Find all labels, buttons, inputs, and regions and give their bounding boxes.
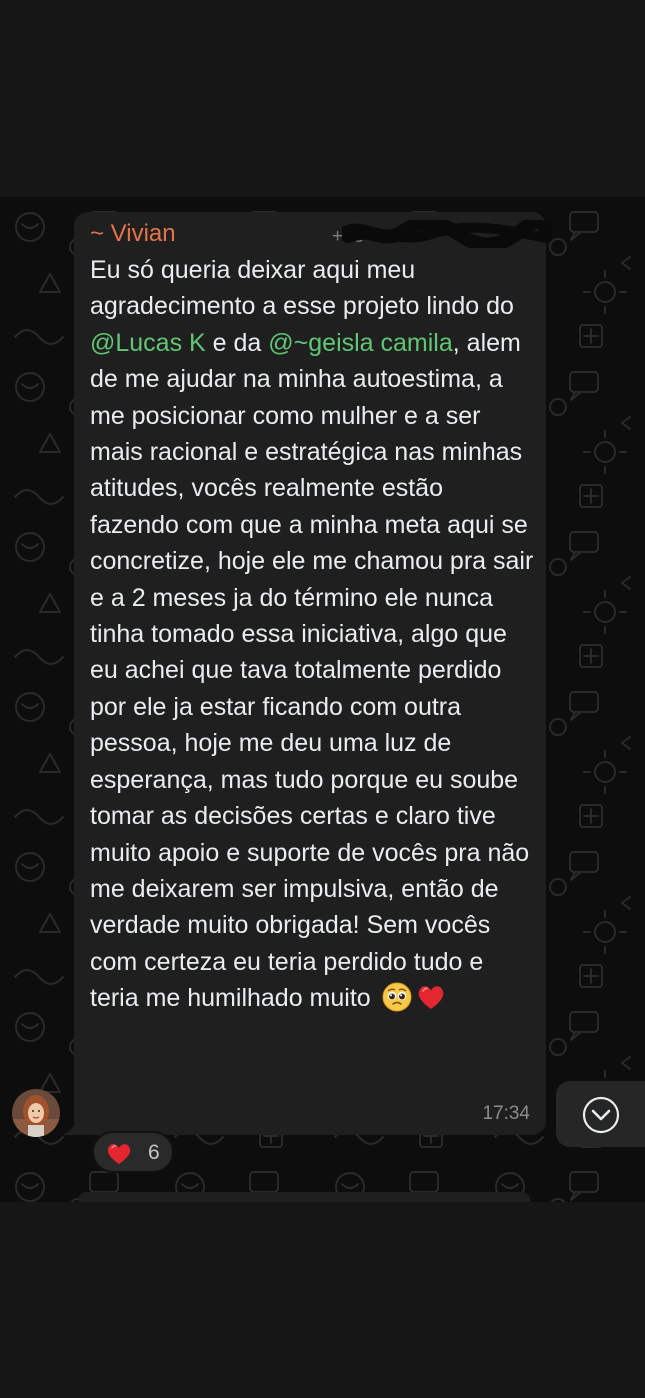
redaction-scribble [342, 220, 552, 248]
avatar-image [12, 1089, 60, 1137]
chevron-down-circle-icon [582, 1096, 620, 1134]
bottom-blank-area [0, 1202, 645, 1398]
sender-name[interactable]: ~ Vivian [90, 218, 176, 250]
message-bubble[interactable]: ~ Vivian +55 Eu só queria deixar aqui me… [74, 212, 552, 1135]
next-message-bubble-edge [78, 1192, 530, 1202]
pleading-face-emoji [382, 982, 412, 1012]
reaction-count: 6 [148, 1141, 160, 1164]
message-text-part: , alem de me ajudar na minha autoestima,… [90, 328, 534, 1013]
scroll-to-bottom-button[interactable] [556, 1081, 645, 1147]
mention-geisla[interactable]: @~geisla camila [268, 329, 453, 357]
message-text: Eu só queria deixar aqui meu agradecimen… [90, 252, 534, 1017]
message-text-part: Eu só queria deixar aqui meu agradecimen… [90, 256, 514, 321]
reaction-pill[interactable]: 6 [92, 1131, 174, 1173]
top-blank-area [0, 0, 645, 197]
red-heart-emoji [107, 1144, 131, 1164]
message-text-part: e da [205, 328, 269, 357]
sender-avatar[interactable] [12, 1089, 60, 1137]
red-heart-emoji [418, 986, 443, 1010]
message-time: 17:34 [482, 1103, 530, 1124]
mention-lucas[interactable]: @Lucas K [90, 329, 206, 357]
